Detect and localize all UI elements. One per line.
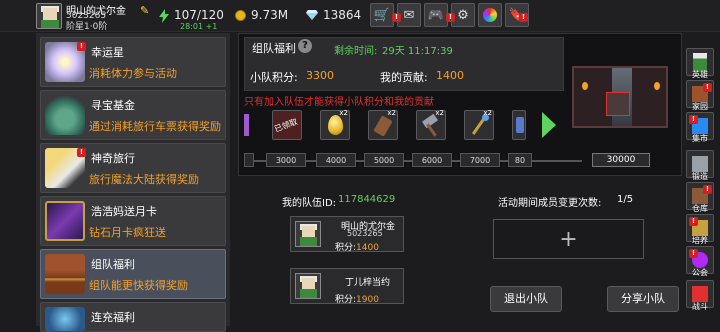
forge-icon — [692, 156, 708, 172]
milestone-tick: 4000 — [316, 153, 356, 167]
menu-label: 集市 — [692, 134, 708, 143]
member-score: 积分:1400 — [335, 243, 379, 253]
player-avatar[interactable] — [36, 3, 62, 29]
dungeon-scene-preview[interactable] — [572, 66, 668, 128]
list-item-magic-travel[interactable]: ! 神奇旅行 旅行魔法大陆获得奖励 — [40, 143, 226, 193]
list-item-title: 寻宝基金 — [91, 99, 135, 112]
share-team-button[interactable]: 分享小队 — [607, 286, 679, 312]
list-item-monthly-card[interactable]: 浩浩妈送月卡 钻石月卡疯狂送 — [40, 196, 226, 246]
team-score-label: 小队积分: — [250, 71, 298, 84]
gamepad-icon: 🎮 — [427, 7, 445, 23]
reward-slot[interactable]: x2 — [320, 109, 350, 140]
list-item-recharge-welfare[interactable]: 连充福利 — [40, 302, 226, 332]
member-name: 丁儿梓当约 — [345, 278, 391, 288]
list-item-subtitle: 钻石月卡疯狂送 — [89, 226, 166, 239]
list-item-treasure-fund[interactable]: 寻宝基金 通过消耗旅行车票获得奖励 — [40, 90, 226, 140]
cart-icon: 🛒 — [373, 7, 391, 23]
list-item-title: 浩浩妈送月卡 — [91, 205, 157, 218]
milestone-tick: 7000 — [460, 153, 500, 167]
list-item-subtitle: 组队能更快获得奖励 — [89, 279, 188, 292]
menu-label: 公会 — [692, 268, 708, 277]
team-id-label: 我的队伍ID: — [282, 198, 337, 209]
gold-coin-icon — [235, 10, 246, 21]
treasure-chest-icon — [45, 254, 85, 294]
monthly-card-icon — [45, 201, 85, 241]
panel-title: 组队福利 — [252, 42, 296, 55]
event-list: ! 幸运星 消耗体力参与活动 寻宝基金 通过消耗旅行车票获得奖励 ! 神奇旅行 … — [36, 33, 230, 332]
join-team-warning: 只有加入队伍才能获得小队积分和我的贡献 — [244, 97, 434, 108]
shop-button[interactable]: 🛒 — [370, 3, 394, 27]
member-score: 积分:1900 — [335, 295, 379, 305]
reward-slot[interactable] — [512, 110, 526, 140]
milestone-tick: 6000 — [412, 153, 452, 167]
bottle-icon — [373, 115, 393, 137]
reward-edge — [244, 114, 249, 136]
reward-slot[interactable]: x2 — [464, 109, 494, 140]
list-item-title: 幸运星 — [91, 46, 124, 59]
list-item-title: 神奇旅行 — [91, 152, 135, 165]
menu-label: 培养 — [692, 236, 708, 245]
team-score-value: 3300 — [306, 69, 334, 82]
gems-value: 13864 — [323, 8, 362, 22]
next-arrow-icon[interactable] — [542, 112, 556, 138]
add-member-slot[interactable]: + — [493, 219, 644, 259]
golden-egg-icon — [328, 115, 343, 135]
team-member-card[interactable]: 明山的尤尔金 5023265 积分:1400 — [290, 216, 404, 253]
reward-slot[interactable]: x2 — [416, 109, 446, 140]
contribution-value: 1400 — [436, 69, 464, 82]
money-bag-icon — [45, 95, 85, 135]
contribution-label: 我的贡献: — [380, 71, 428, 84]
member-change-label: 活动期间成员变更次数: — [498, 198, 602, 209]
team-member-card[interactable]: 丁儿梓当约 积分:1900 — [290, 268, 404, 305]
color-wheel-icon — [483, 8, 497, 22]
milestone-tick: 3000 — [266, 153, 306, 167]
leave-team-button[interactable]: 退出小队 — [490, 286, 562, 312]
left-edge — [0, 0, 34, 326]
countdown-value: 29天 11:17:39 — [382, 46, 453, 57]
gamepad-button[interactable]: 🎮 — [424, 3, 448, 27]
scroll-icon — [516, 117, 524, 133]
menu-label: 英雄 — [692, 70, 708, 79]
list-item-lucky-star[interactable]: ! 幸运星 消耗体力参与活动 — [40, 37, 226, 87]
recharge-icon — [45, 307, 85, 331]
member-id: 5023265 — [347, 229, 383, 238]
list-item-team-welfare[interactable]: 组队福利 组队能更快获得奖励 — [40, 249, 226, 299]
gear-icon: ⚙ — [457, 7, 469, 23]
list-item-title: 连充福利 — [91, 311, 135, 324]
list-item-subtitle: 通过消耗旅行车票获得奖励 — [89, 120, 221, 133]
member-avatar — [295, 221, 321, 247]
list-item-subtitle: 消耗体力参与活动 — [89, 67, 177, 80]
edit-icon[interactable]: ✎ — [140, 4, 149, 17]
energy-icon — [159, 9, 169, 23]
countdown-label: 剩余时间: — [334, 46, 378, 57]
reward-slot-claimed[interactable]: 已领取 — [272, 110, 302, 140]
gold-value: 9.73M — [251, 8, 289, 22]
final-milestone: 30000 — [592, 153, 650, 167]
energy-value: 107/120 — [174, 8, 224, 22]
reward-slot[interactable]: x2 — [368, 109, 398, 140]
menu-label: 仓库 — [692, 204, 708, 213]
battle-icon — [692, 286, 708, 302]
list-item-title: 组队福利 — [91, 258, 135, 271]
notification-badge: ! — [519, 13, 528, 22]
milestone-tick: 80 — [508, 153, 532, 167]
menu-label: 家园 — [692, 102, 708, 111]
mail-icon: ✉ — [403, 7, 415, 23]
help-icon[interactable]: ? — [298, 39, 312, 53]
notification-badge: ! — [392, 13, 401, 22]
member-avatar — [295, 273, 321, 299]
energy-regen: 28:01 +1 — [180, 22, 218, 31]
milestone-tick — [244, 153, 254, 167]
menu-label: 战斗 — [692, 302, 708, 311]
color-button[interactable] — [478, 3, 502, 27]
milestone-tick: 5000 — [364, 153, 404, 167]
notification-badge: ! — [446, 13, 455, 22]
member-change-value: 1/5 — [617, 194, 634, 205]
gem-icon — [306, 10, 318, 20]
menu-label: 锻造 — [692, 172, 708, 181]
player-vip: 阶星1·0阶 — [66, 22, 108, 32]
list-item-subtitle: 旅行魔法大陆获得奖励 — [89, 173, 199, 186]
team-id-value: 117844629 — [338, 194, 396, 205]
